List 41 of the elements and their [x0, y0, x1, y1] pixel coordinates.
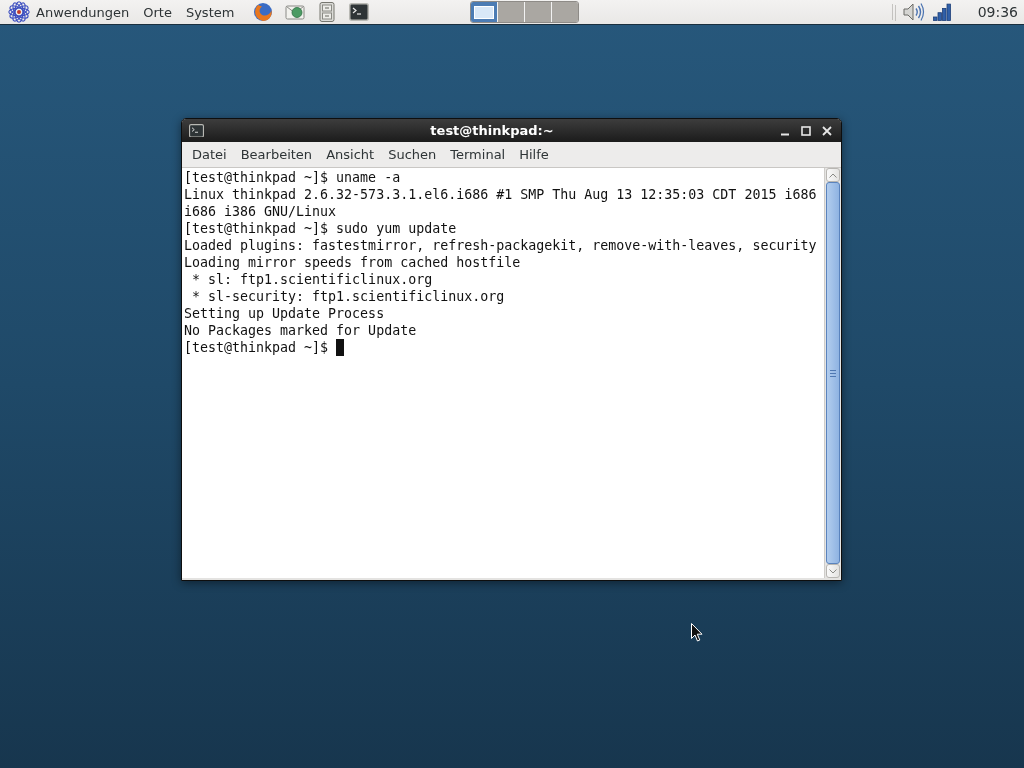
drag-handle-icon[interactable]: [891, 3, 896, 21]
terminal-line: No Packages marked for Update: [184, 322, 417, 339]
terminal-line: Setting up Update Process: [184, 305, 385, 322]
scrollbar-track[interactable]: [824, 168, 841, 578]
scroll-down-button[interactable]: [826, 564, 840, 578]
terminal-icon[interactable]: [349, 3, 369, 21]
panel-menu[interactable]: Orte: [136, 0, 179, 24]
chevron-down-icon: [829, 568, 837, 574]
menu-item[interactable]: Suchen: [381, 143, 444, 166]
terminal-line: [test@thinkpad ~]$ sudo yum update: [184, 220, 457, 237]
window-title: test@thinkpad:~: [429, 123, 555, 138]
terminal-line: * sl: ftp1.scientificlinux.org: [191, 271, 433, 288]
terminal-line: [test@thinkpad ~]$: [184, 339, 329, 356]
scrollbar-thumb[interactable]: [826, 182, 840, 564]
menu-item[interactable]: Ansicht: [319, 143, 382, 166]
terminal-line: Loaded plugins: fastestmirror, refresh-packagekit, remove-with-leaves, security: [184, 237, 817, 254]
menu-item[interactable]: Bearbeiten: [233, 143, 320, 166]
envelope-icon[interactable]: [285, 2, 305, 22]
panel-menu[interactable]: Anwendungen: [1, 0, 137, 24]
menu-item[interactable]: Datei: [185, 143, 234, 166]
panel-menu[interactable]: System: [178, 0, 242, 24]
maximize-icon[interactable]: [801, 125, 811, 136]
terminal-line: Linux thinkpad 2.6.32-573.3.1.el6.i686 #1 SMP Thu Aug 13 12:35:03 CDT 2015 i686: [184, 186, 817, 203]
file-cabinet-icon[interactable]: [317, 2, 337, 22]
terminal-icon: [189, 123, 204, 138]
clock[interactable]: 09:36: [977, 4, 1018, 20]
terminal-line: i686 i386 GNU/Linux: [184, 203, 337, 220]
terminal-line: * sl-security: ftp1.scientificlinux.org: [191, 288, 505, 305]
menu-item[interactable]: Terminal: [443, 143, 513, 166]
signal-icon[interactable]: [932, 3, 951, 21]
volume-icon[interactable]: [902, 2, 925, 22]
atom-icon: [8, 1, 30, 23]
terminal-line: [test@thinkpad ~]$ uname -a: [184, 169, 401, 186]
terminal-line: Loading mirror speeds from cached hostfile: [184, 254, 521, 271]
chevron-up-icon: [829, 172, 837, 178]
close-icon[interactable]: [822, 125, 832, 136]
menu-item[interactable]: Hilfe: [512, 143, 556, 166]
scroll-up-button[interactable]: [826, 168, 840, 182]
grip-lines-icon: [830, 369, 836, 377]
mouse-pointer-icon: [691, 623, 703, 642]
globe-icon[interactable]: [253, 2, 273, 22]
